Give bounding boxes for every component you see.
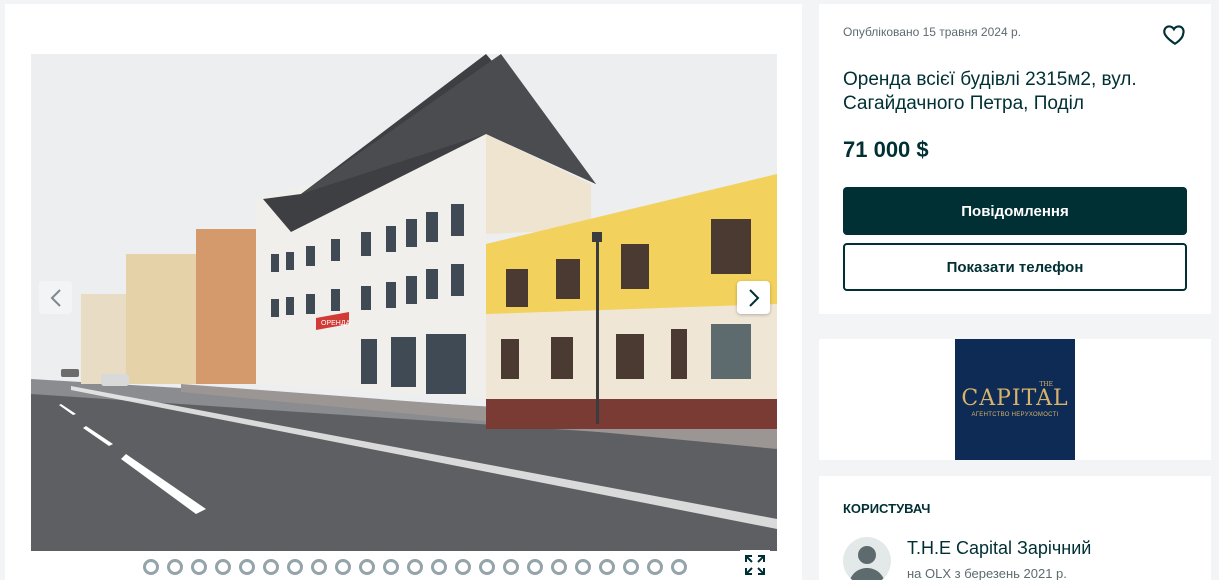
gallery-dot[interactable] xyxy=(239,559,255,575)
gallery-dot[interactable] xyxy=(575,559,591,575)
gallery-dot[interactable] xyxy=(623,559,639,575)
gallery-dot[interactable] xyxy=(215,559,231,575)
gallery-prev-button[interactable] xyxy=(39,281,72,314)
favorite-button[interactable] xyxy=(1162,21,1188,47)
gallery-dot[interactable] xyxy=(335,559,351,575)
listing-photo[interactable]: ОРЕНДА xyxy=(31,54,777,551)
avatar[interactable] xyxy=(843,537,891,580)
listing-title: Оренда всієї будівлі 2315м2, вул. Сагайд… xyxy=(843,69,1137,114)
user-member-since: на OLX з березень 2021 р. xyxy=(907,566,1067,580)
gallery-dot[interactable] xyxy=(551,559,567,575)
gallery-dot[interactable] xyxy=(455,559,471,575)
gallery-dot[interactable] xyxy=(599,559,615,575)
gallery-dot[interactable] xyxy=(479,559,495,575)
agency-logo-card: THE CAPITAL АГЕНТСТВО НЕРУХОМОСТІ xyxy=(819,339,1211,460)
logo-name-text: CAPITAL xyxy=(961,386,1069,411)
message-button[interactable]: Повідомлення xyxy=(843,187,1187,235)
gallery-next-button[interactable] xyxy=(737,281,770,314)
heart-icon xyxy=(1163,25,1185,46)
gallery-dot[interactable] xyxy=(287,559,303,575)
gallery-dot[interactable] xyxy=(191,559,207,575)
user-avatar-icon xyxy=(849,546,885,580)
gallery-dot[interactable] xyxy=(383,559,399,575)
show-phone-button[interactable]: Показати телефон xyxy=(843,243,1187,291)
building-photo-illustration: ОРЕНДА xyxy=(31,54,777,551)
gallery-pagination xyxy=(143,559,687,575)
gallery-dot[interactable] xyxy=(431,559,447,575)
agency-logo[interactable]: THE CAPITAL АГЕНТСТВО НЕРУХОМОСТІ xyxy=(955,339,1075,460)
expand-icon xyxy=(745,555,765,575)
gallery-dot[interactable] xyxy=(359,559,375,575)
gallery-dot[interactable] xyxy=(143,559,159,575)
user-card: КОРИСТУВАЧ Т.Н.Е Capital Зарічний на OLX… xyxy=(819,476,1211,580)
listing-price: 71 000 $ xyxy=(843,137,929,162)
chevron-left-icon xyxy=(50,288,61,307)
gallery-dot[interactable] xyxy=(167,559,183,575)
gallery-dot[interactable] xyxy=(503,559,519,575)
gallery-dot[interactable] xyxy=(527,559,543,575)
user-name[interactable]: Т.Н.Е Capital Зарічний xyxy=(907,538,1091,559)
chevron-right-icon xyxy=(748,288,759,307)
logo-subtitle-text: АГЕНТСТВО НЕРУХОМОСТІ xyxy=(971,412,1059,418)
gallery-dot[interactable] xyxy=(671,559,687,575)
gallery-dot[interactable] xyxy=(263,559,279,575)
photo-gallery: ОРЕНДА xyxy=(5,4,802,580)
fullscreen-button[interactable] xyxy=(740,550,770,580)
gallery-dot[interactable] xyxy=(407,559,423,575)
user-section-heading: КОРИСТУВАЧ xyxy=(843,501,931,516)
gallery-dot[interactable] xyxy=(311,559,327,575)
published-date: Опубліковано 15 травня 2024 р. xyxy=(843,25,1021,39)
listing-summary-card: Опубліковано 15 травня 2024 р. Оренда вс… xyxy=(819,4,1211,314)
gallery-dot[interactable] xyxy=(647,559,663,575)
sign-text: ОРЕНДА xyxy=(321,320,351,327)
